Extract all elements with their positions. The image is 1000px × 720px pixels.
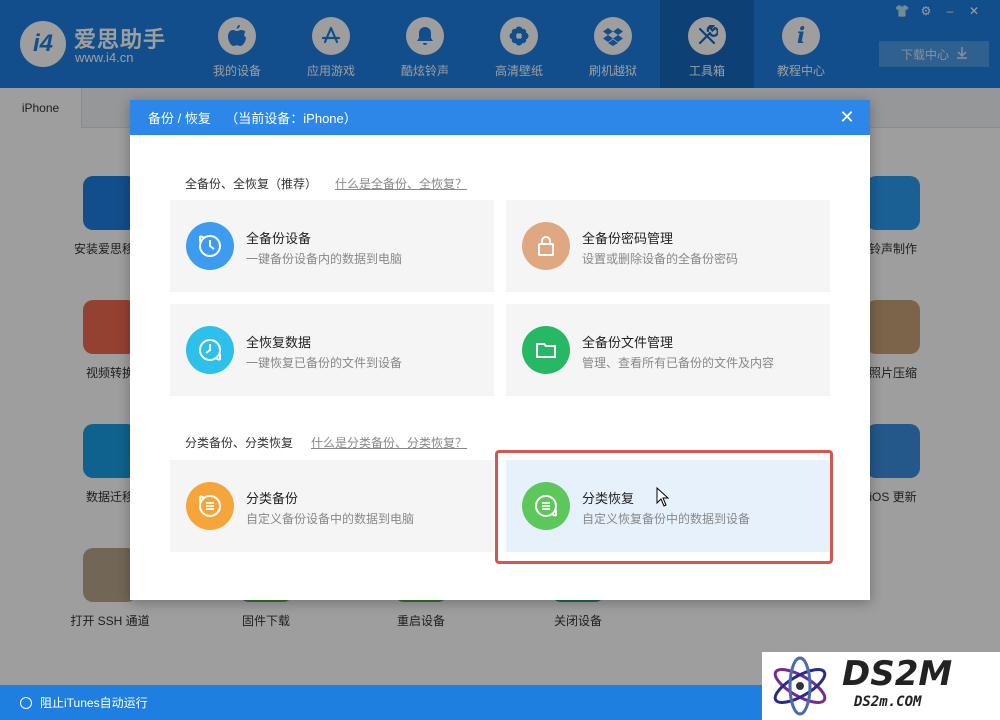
- card-title: 全备份密码管理: [582, 231, 674, 246]
- lock-icon: [522, 222, 570, 270]
- card-desc: 一键备份设备内的数据到电脑: [246, 252, 403, 266]
- card-desc: 一键恢复已备份的文件到设备: [246, 356, 403, 370]
- dialog-header: 备份 / 恢复 （当前设备：iPhone） ✕: [130, 100, 870, 135]
- watermark-main: DS2M: [842, 654, 953, 694]
- radio-circle-icon: [20, 696, 32, 709]
- backup-clock-icon: [186, 222, 234, 270]
- atom-logo-icon: [773, 656, 827, 716]
- card-desc: 设置或删除设备的全备份密码: [582, 252, 739, 266]
- section-full-title: 全备份、全恢复（推荐）: [185, 177, 318, 191]
- section-full-help-link[interactable]: 什么是全备份、全恢复？: [335, 175, 467, 192]
- card-backup-file-manager[interactable]: 全备份文件管理 管理、查看所有已备份的文件及内容: [506, 304, 830, 396]
- watermark: DS2M DS2m.COM: [762, 652, 1000, 720]
- card-backup-password[interactable]: 全备份密码管理 设置或删除设备的全备份密码: [506, 200, 830, 292]
- card-desc: 自定义备份设备中的数据到电脑: [246, 512, 415, 526]
- card-title: 全备份设备: [246, 231, 312, 246]
- card-category-backup[interactable]: 分类备份 自定义备份设备中的数据到电脑: [170, 460, 494, 552]
- mouse-cursor-icon: [656, 487, 670, 507]
- section-category-help-link[interactable]: 什么是分类备份、分类恢复？: [311, 434, 467, 451]
- card-title: 全备份文件管理: [582, 335, 674, 350]
- card-title: 分类备份: [246, 491, 299, 506]
- card-title: 全恢复数据: [246, 335, 312, 350]
- folder-icon: [522, 326, 570, 374]
- section-category-title: 分类备份、分类恢复: [185, 436, 294, 450]
- watermark-sub: DS2m.COM: [854, 694, 922, 710]
- card-full-backup[interactable]: 全备份设备 一键备份设备内的数据到电脑: [170, 200, 494, 292]
- card-full-restore[interactable]: 全恢复数据 一键恢复已备份的文件到设备: [170, 304, 494, 396]
- block-itunes-toggle[interactable]: 阻止iTunes自动运行: [20, 694, 148, 711]
- restore-clock-icon: [186, 326, 234, 374]
- highlight-frame: [495, 450, 833, 564]
- card-desc: 管理、查看所有已备份的文件及内容: [582, 356, 775, 370]
- dialog-close-button[interactable]: ✕: [834, 104, 860, 130]
- dialog-title: 备份 / 恢复 （当前设备：iPhone）: [148, 111, 357, 126]
- category-backup-icon: [186, 482, 234, 530]
- block-itunes-label: 阻止iTunes自动运行: [40, 696, 148, 710]
